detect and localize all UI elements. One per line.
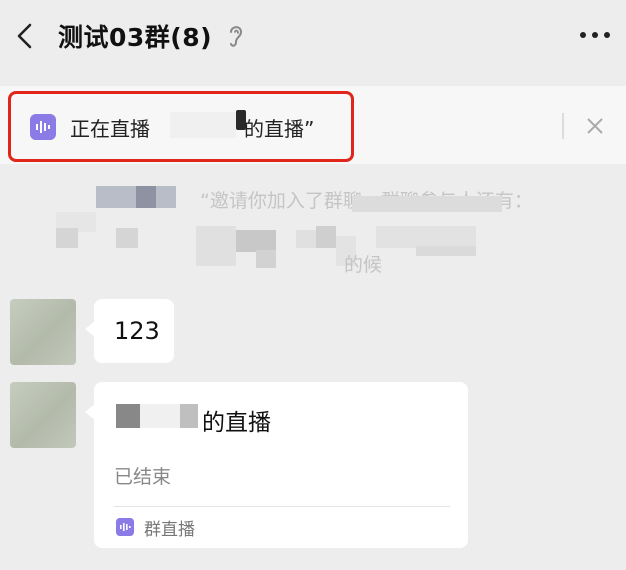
back-arrow-icon[interactable] — [12, 20, 40, 52]
redacted-name — [116, 404, 140, 428]
live-card-title: 的直播 — [202, 410, 271, 436]
live-card-divider — [114, 506, 450, 507]
live-audio-icon — [30, 114, 56, 140]
more-options-icon[interactable] — [578, 30, 612, 40]
chat-title: 测试03群(8) — [58, 23, 213, 52]
live-card-footer-label: 群直播 — [144, 520, 195, 540]
banner-divider — [562, 113, 564, 139]
banner-text-suffix: 的直播” — [244, 117, 315, 141]
ear-icon — [230, 26, 243, 47]
live-card-status: 已结束 — [114, 466, 172, 488]
banner-text-prefix: 正在直播 — [70, 117, 150, 141]
live-card[interactable]: 的直播 已结束 群直播 — [85, 382, 468, 548]
group-live-icon — [116, 518, 134, 536]
system-message-line2: 的候 — [344, 254, 383, 276]
redacted-name — [170, 112, 236, 138]
message-text: 123 — [114, 317, 160, 345]
close-icon[interactable] — [584, 115, 606, 137]
message-bubble[interactable]: 123 — [85, 299, 174, 363]
avatar[interactable] — [10, 382, 76, 448]
avatar[interactable] — [10, 299, 76, 365]
